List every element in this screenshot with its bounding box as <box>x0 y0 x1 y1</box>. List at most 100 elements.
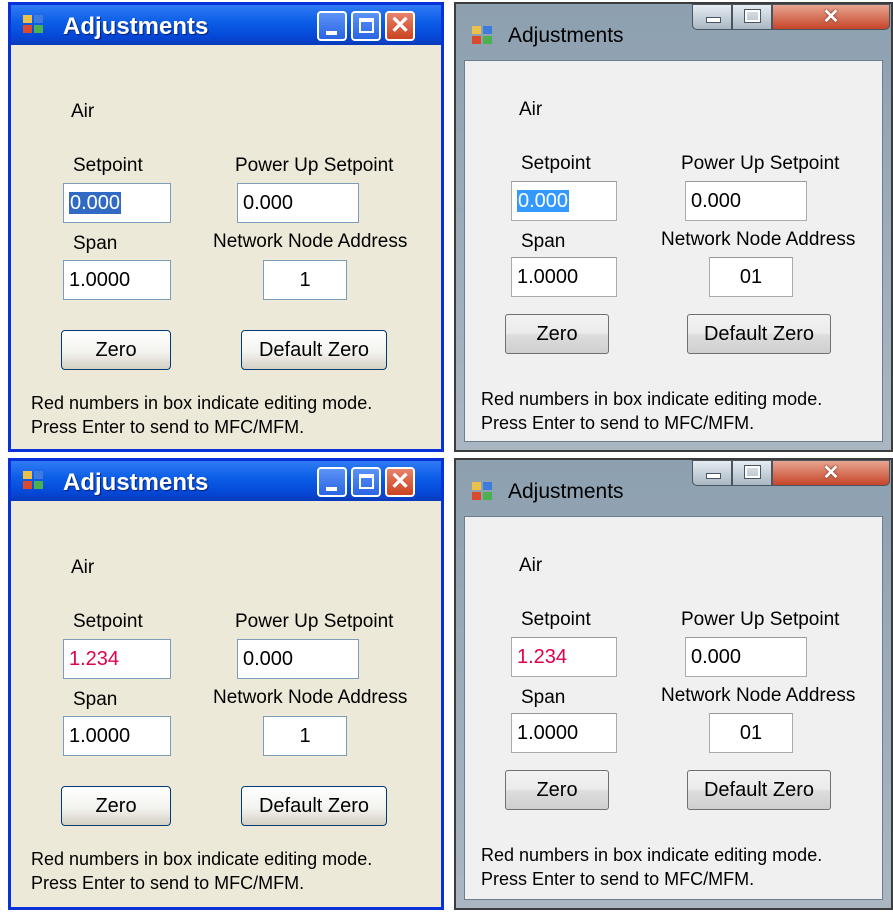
gas-label: Air <box>71 101 95 122</box>
window-title: Adjustments <box>63 469 209 496</box>
maximize-icon <box>744 9 761 23</box>
span-label: Span <box>521 687 566 708</box>
title-bar[interactable]: Adjustments ✕ <box>456 460 891 516</box>
title-bar[interactable]: Adjustments ✕ <box>11 461 441 501</box>
network-node-address-input[interactable]: 1 <box>263 260 347 300</box>
setpoint-label: Setpoint <box>521 609 591 630</box>
info-line-1: Red numbers in box indicate editing mode… <box>481 389 823 409</box>
minimize-icon <box>326 487 337 491</box>
window-client-area: Air Setpoint Power Up Setpoint 0.000 0.0… <box>11 45 441 449</box>
network-node-address-label: Network Node Address <box>661 229 856 250</box>
minimize-icon <box>706 17 721 23</box>
minimize-button[interactable] <box>692 4 732 30</box>
default-zero-button[interactable]: Default Zero <box>241 330 387 370</box>
adjustments-window-vista-bottom: Adjustments ✕ Air Setpoint Power Up Setp… <box>454 458 893 910</box>
power-up-setpoint-label: Power Up Setpoint <box>235 611 394 632</box>
close-icon: ✕ <box>389 12 411 39</box>
adjustments-window-xp-bottom: Adjustments ✕ Air Setpoint Power Up Setp… <box>8 458 444 910</box>
power-up-setpoint-label: Power Up Setpoint <box>681 609 840 630</box>
close-icon: ✕ <box>389 468 411 495</box>
network-node-address-label: Network Node Address <box>213 231 408 252</box>
maximize-icon <box>744 465 761 479</box>
info-line-2: Press Enter to send to MFC/MFM. <box>481 413 755 433</box>
maximize-button[interactable] <box>732 460 772 486</box>
zero-button[interactable]: Zero <box>61 786 171 826</box>
maximize-button[interactable] <box>351 11 381 41</box>
close-button[interactable]: ✕ <box>772 4 890 30</box>
info-line-1: Red numbers in box indicate editing mode… <box>31 849 373 869</box>
maximize-icon <box>359 474 374 489</box>
minimize-button[interactable] <box>692 460 732 486</box>
info-line-2: Press Enter to send to MFC/MFM. <box>31 417 305 437</box>
setpoint-input[interactable]: 0.000 <box>511 181 617 221</box>
zero-button[interactable]: Zero <box>61 330 171 370</box>
info-line-1: Red numbers in box indicate editing mode… <box>31 393 373 413</box>
close-icon: ✕ <box>822 462 840 484</box>
span-label: Span <box>521 231 566 252</box>
default-zero-button[interactable]: Default Zero <box>687 770 831 810</box>
info-line-2: Press Enter to send to MFC/MFM. <box>31 873 305 893</box>
gas-label: Air <box>519 555 543 576</box>
minimize-button[interactable] <box>317 11 347 41</box>
setpoint-value: 0.000 <box>517 190 570 212</box>
power-up-setpoint-label: Power Up Setpoint <box>681 153 840 174</box>
adjustments-window-vista-top: Adjustments ✕ Air Setpoint Power Up Setp… <box>454 2 893 452</box>
power-up-setpoint-label: Power Up Setpoint <box>235 155 394 176</box>
window-client-area: Air Setpoint Power Up Setpoint 1.234 0.0… <box>11 501 441 907</box>
window-client-area: Air Setpoint Power Up Setpoint 0.000 0.0… <box>464 60 883 442</box>
setpoint-input[interactable]: 1.234 <box>63 639 171 679</box>
window-client-area: Air Setpoint Power Up Setpoint 1.234 0.0… <box>464 516 883 900</box>
power-up-setpoint-input[interactable]: 0.000 <box>237 639 359 679</box>
setpoint-label: Setpoint <box>73 611 143 632</box>
span-input[interactable]: 1.0000 <box>511 713 617 753</box>
window-title: Adjustments <box>63 13 209 40</box>
minimize-button[interactable] <box>317 467 347 497</box>
network-node-address-input[interactable]: 01 <box>709 713 793 753</box>
minimize-icon <box>326 31 337 35</box>
zero-button[interactable]: Zero <box>505 314 609 354</box>
info-line-2: Press Enter to send to MFC/MFM. <box>481 869 755 889</box>
app-icon <box>23 15 43 33</box>
span-input[interactable]: 1.0000 <box>511 257 617 297</box>
setpoint-label: Setpoint <box>521 153 591 174</box>
app-icon <box>472 482 492 500</box>
minimize-icon <box>706 473 721 479</box>
close-button[interactable]: ✕ <box>385 11 415 41</box>
maximize-icon <box>359 18 374 33</box>
default-zero-button[interactable]: Default Zero <box>687 314 831 354</box>
gas-label: Air <box>519 99 543 120</box>
network-node-address-label: Network Node Address <box>213 687 408 708</box>
setpoint-value: 0.000 <box>69 192 122 214</box>
span-input[interactable]: 1.0000 <box>63 260 171 300</box>
close-icon: ✕ <box>822 6 840 28</box>
setpoint-label: Setpoint <box>73 155 143 176</box>
network-node-address-label: Network Node Address <box>661 685 856 706</box>
title-bar[interactable]: Adjustments ✕ <box>11 5 441 45</box>
maximize-button[interactable] <box>732 4 772 30</box>
adjustments-window-xp-top: Adjustments ✕ Air Setpoint Power Up Setp… <box>8 2 444 452</box>
span-label: Span <box>73 233 118 254</box>
setpoint-input[interactable]: 0.000 <box>63 183 171 223</box>
network-node-address-input[interactable]: 1 <box>263 716 347 756</box>
app-icon <box>23 471 43 489</box>
app-icon <box>472 26 492 44</box>
default-zero-button[interactable]: Default Zero <box>241 786 387 826</box>
title-bar[interactable]: Adjustments ✕ <box>456 4 891 60</box>
power-up-setpoint-input[interactable]: 0.000 <box>237 183 359 223</box>
info-line-1: Red numbers in box indicate editing mode… <box>481 845 823 865</box>
close-button[interactable]: ✕ <box>772 460 890 486</box>
span-input[interactable]: 1.0000 <box>63 716 171 756</box>
gas-label: Air <box>71 557 95 578</box>
window-title: Adjustments <box>508 480 624 503</box>
setpoint-input[interactable]: 1.234 <box>511 637 617 677</box>
zero-button[interactable]: Zero <box>505 770 609 810</box>
power-up-setpoint-input[interactable]: 0.000 <box>685 637 807 677</box>
span-label: Span <box>73 689 118 710</box>
close-button[interactable]: ✕ <box>385 467 415 497</box>
setpoint-value: 1.234 <box>69 648 120 670</box>
power-up-setpoint-input[interactable]: 0.000 <box>685 181 807 221</box>
setpoint-value: 1.234 <box>517 646 568 668</box>
network-node-address-input[interactable]: 01 <box>709 257 793 297</box>
window-title: Adjustments <box>508 24 624 47</box>
maximize-button[interactable] <box>351 467 381 497</box>
